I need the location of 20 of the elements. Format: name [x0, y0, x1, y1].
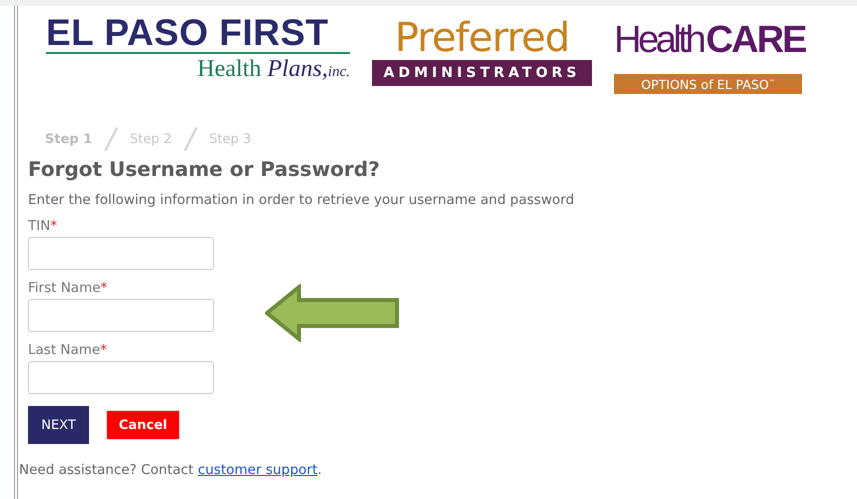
- input-field[interactable]: [28, 237, 214, 270]
- field-label: Last Name*: [28, 342, 107, 358]
- step-label: Step 3: [209, 132, 252, 146]
- input-field[interactable]: [28, 299, 214, 332]
- field-label: First Name*: [28, 280, 108, 296]
- logo: EL PASO FIRST Health Plans,inc.: [46, 14, 350, 84]
- next-button[interactable]: NEXT: [28, 406, 89, 444]
- input-field[interactable]: [28, 361, 214, 394]
- cancel-button[interactable]: Cancel: [106, 410, 180, 440]
- page-heading: Forgot Username or Password?: [28, 156, 381, 182]
- instructions: Enter the following information in order to retrieve your username and password: [28, 192, 576, 208]
- step-label: Step 2: [130, 132, 172, 146]
- step-separator: /: [106, 124, 116, 154]
- logo: Preferred ADMINISTRATORS: [372, 16, 592, 86]
- field-label: TIN*: [28, 218, 58, 234]
- step-label: Step 1: [45, 132, 92, 146]
- step-separator: /: [186, 124, 196, 154]
- support-link[interactable]: customer support: [198, 462, 318, 478]
- help-text: Need assistance? Contact customer support.: [19, 462, 323, 478]
- arrow-icon: [265, 284, 401, 342]
